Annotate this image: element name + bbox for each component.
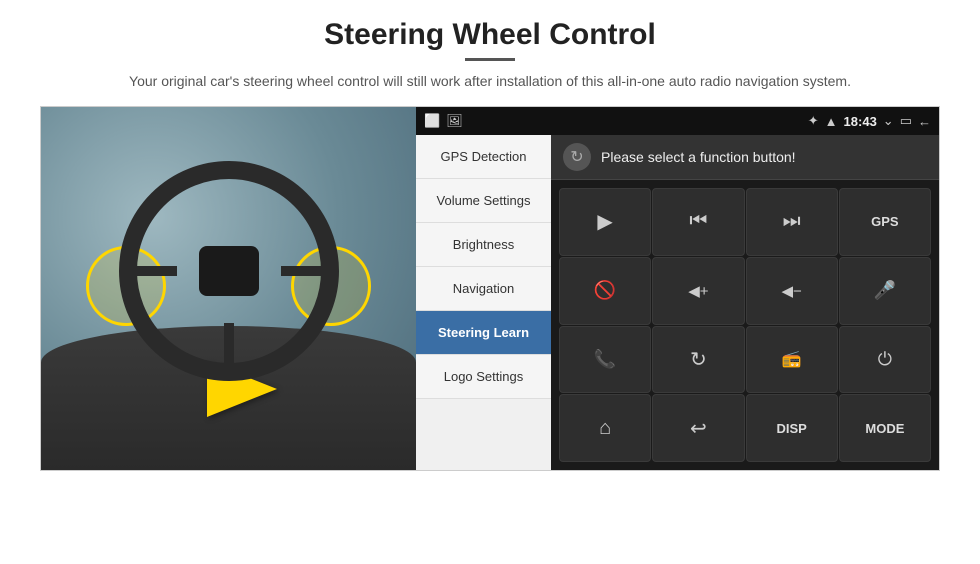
mode-button[interactable]: MODE [839,394,931,462]
function-header: ↻ Please select a function button! [551,135,939,180]
expand-icon: ⌄ [883,113,894,129]
steering-wheel [119,161,339,381]
status-right: ✦ ▲ 18:43 ⌄ ▭ ← [808,113,931,129]
function-header-text: Please select a function button! [601,149,796,165]
steering-image [41,107,416,471]
bluetooth-icon: ✦ [808,113,819,129]
disp-button[interactable]: DISP [746,394,838,462]
function-grid: ▶ ⏮ ⏭ GPS 🚫 ◀+ ◀− 🎤 📞 ↻ 📻 ⏻ ⌂ ↩ [551,180,939,470]
vol-up-button[interactable]: ◀+ [652,257,744,325]
page-container: Steering Wheel Control Your original car… [0,0,980,564]
power-button[interactable]: ⏻ [839,326,931,394]
spoke-right [281,266,331,276]
home-status-icon: ⬜ [424,113,440,129]
wifi-icon: ▲ [825,114,838,129]
battery-icon: ▭ [900,113,912,129]
refresh-icon[interactable]: ↻ [563,143,591,171]
status-left: ⬜ 🖼 [424,113,463,129]
menu-item-logo-settings[interactable]: Logo Settings [416,355,551,399]
status-time: 18:43 [844,114,877,129]
gps-button[interactable]: GPS [839,188,931,256]
vol-down-button[interactable]: ◀− [746,257,838,325]
status-bar: ⬜ 🖼 ✦ ▲ 18:43 ⌄ ▭ ← [416,107,939,135]
mute-button[interactable]: 🚫 [559,257,651,325]
back-button[interactable]: ↩ [652,394,744,462]
steering-center [199,246,259,296]
menu-item-brightness[interactable]: Brightness [416,223,551,267]
next-button[interactable]: ⏭ [746,188,838,256]
play-button[interactable]: ▶ [559,188,651,256]
image-status-icon: 🖼 [446,113,463,129]
left-menu: GPS Detection Volume Settings Brightness… [416,135,551,470]
page-title: Steering Wheel Control [324,18,656,52]
prev-button[interactable]: ⏮ [652,188,744,256]
spoke-left [127,266,177,276]
phone-button[interactable]: 📞 [559,326,651,394]
panel-area: GPS Detection Volume Settings Brightness… [416,135,939,470]
menu-item-steering-learn[interactable]: Steering Learn [416,311,551,355]
menu-item-gps-detection[interactable]: GPS Detection [416,135,551,179]
spoke-bottom [224,323,234,373]
menu-item-volume-settings[interactable]: Volume Settings [416,179,551,223]
title-divider [465,58,515,61]
rotate-button[interactable]: ↻ [652,326,744,394]
radio-button[interactable]: 📻 [746,326,838,394]
page-subtitle: Your original car's steering wheel contr… [129,71,851,92]
steering-container [119,161,339,381]
head-unit: ⬜ 🖼 ✦ ▲ 18:43 ⌄ ▭ ← GPS Detection [416,107,939,470]
home-button[interactable]: ⌂ [559,394,651,462]
back-status-icon: ← [918,114,931,129]
menu-item-navigation[interactable]: Navigation [416,267,551,311]
main-content: ⬜ 🖼 ✦ ▲ 18:43 ⌄ ▭ ← GPS Detection [40,106,940,471]
function-panel: ↻ Please select a function button! ▶ ⏮ ⏭… [551,135,939,470]
mic-button[interactable]: 🎤 [839,257,931,325]
